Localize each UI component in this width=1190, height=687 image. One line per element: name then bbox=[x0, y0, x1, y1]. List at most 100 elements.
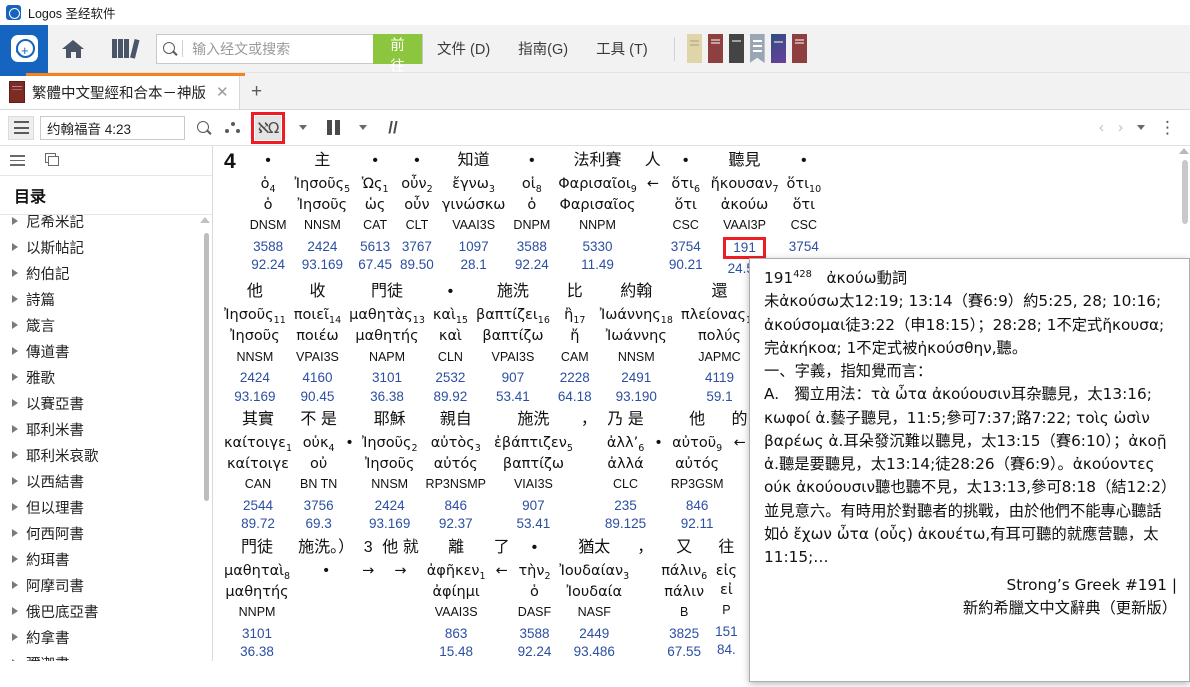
word-greek[interactable]: εἰς bbox=[715, 562, 738, 581]
word-greek[interactable]: πάλιν6 bbox=[661, 562, 707, 583]
word-lemma[interactable] bbox=[298, 581, 354, 599]
chevron-left-icon[interactable]: ‹ bbox=[1099, 119, 1104, 136]
interlinear-word[interactable]: ， bbox=[633, 533, 657, 658]
word-strongs-number[interactable] bbox=[637, 623, 653, 641]
interlinear-word[interactable]: 施洗 ἐβάπτιζεν5 βαπτίζω VIAI3S 907 53.41 bbox=[490, 405, 577, 533]
word-lemma[interactable]: βαπτίζω bbox=[476, 327, 550, 345]
word-strongs-number[interactable]: 2491 bbox=[600, 369, 673, 387]
interlinear-word[interactable]: 往 εἰς εἰ P 151 84. bbox=[711, 533, 742, 658]
word-lemma[interactable]: μαθητής bbox=[224, 583, 290, 601]
word-greek[interactable]: • bbox=[345, 434, 354, 453]
word-lemma[interactable]: μαθητής bbox=[349, 327, 425, 345]
word-strongs-number[interactable]: 2424 bbox=[362, 497, 418, 515]
interlinear-word[interactable]: • bbox=[341, 405, 358, 530]
close-icon[interactable]: ✕ bbox=[213, 83, 232, 101]
word-lemma[interactable]: ὁ bbox=[250, 196, 287, 214]
sidebar-item-jeremiah[interactable]: 耶利米書 bbox=[0, 416, 212, 442]
word-greek[interactable]: καὶ15 bbox=[433, 306, 468, 327]
word-lemma[interactable] bbox=[654, 453, 663, 471]
word-morphology[interactable] bbox=[654, 471, 663, 495]
word-louw-nida[interactable]: 53.41 bbox=[476, 388, 550, 406]
word-morphology[interactable]: NNPM bbox=[224, 601, 290, 625]
word-morphology[interactable]: P bbox=[715, 599, 738, 623]
word-louw-nida[interactable]: 11.49 bbox=[558, 256, 637, 274]
word-louw-nida[interactable]: 67.55 bbox=[661, 643, 707, 661]
word-greek[interactable]: • bbox=[298, 562, 354, 581]
word-lemma[interactable]: ποιέω bbox=[294, 327, 341, 345]
sidebar-item-obadiah[interactable]: 俄巴底亞書 bbox=[0, 598, 212, 624]
word-greek[interactable]: • bbox=[654, 434, 663, 453]
word-greek[interactable]: ὅτι6 bbox=[669, 175, 703, 196]
word-greek[interactable]: τὴν2 bbox=[518, 562, 552, 583]
word-morphology[interactable]: CAM bbox=[558, 346, 592, 370]
word-greek[interactable]: καίτοιγε1 bbox=[224, 434, 292, 455]
hamburger-menu-icon[interactable] bbox=[8, 115, 34, 140]
sidebar-item-daniel[interactable]: 但以理書 bbox=[0, 494, 212, 520]
interlinear-word[interactable]: 又 πάλιν6 πάλιν B 3825 67.55 bbox=[657, 533, 711, 661]
word-louw-nida[interactable]: 93.169 bbox=[362, 515, 418, 533]
word-louw-nida[interactable]: 64.18 bbox=[558, 388, 592, 406]
word-greek[interactable]: ὁ4 bbox=[250, 175, 287, 196]
word-lemma[interactable]: ἀλλά bbox=[605, 455, 646, 473]
word-greek[interactable]: → bbox=[382, 562, 418, 581]
interlinear-word[interactable]: 他 αὐτοῦ9 αὐτός RP3GSM 846 92.11 bbox=[667, 405, 728, 533]
word-lemma[interactable] bbox=[345, 453, 354, 471]
sidebar-item-isaiah[interactable]: 以賽亞書 bbox=[0, 390, 212, 416]
word-louw-nida[interactable]: 36.38 bbox=[224, 643, 290, 661]
word-strongs-number[interactable] bbox=[382, 623, 418, 641]
word-strongs-number[interactable]: 2532 bbox=[433, 369, 468, 387]
interlinear-word[interactable]: 施洗 βαπτίζει16 βαπτίζω VPAI3S 907 53.41 bbox=[472, 277, 554, 405]
word-greek[interactable]: ἀλλ’6 bbox=[605, 434, 646, 455]
word-strongs-number[interactable]: 846 bbox=[426, 497, 486, 515]
word-lemma[interactable]: εἰ bbox=[715, 581, 738, 599]
interlinear-word[interactable]: • Ὡς1 ὡς CAT 5613 67.45 bbox=[354, 146, 396, 274]
sidebar-item-psalms[interactable]: 詩篇 bbox=[0, 286, 212, 312]
word-louw-nida[interactable]: 89.72 bbox=[224, 515, 292, 533]
word-louw-nida[interactable] bbox=[382, 641, 418, 659]
word-louw-nida[interactable]: 67.45 bbox=[358, 256, 392, 274]
word-louw-nida[interactable]: 92.24 bbox=[518, 643, 552, 661]
interlinear-word[interactable]: 施洗。） • bbox=[294, 533, 358, 658]
global-search-box[interactable]: 前往 bbox=[156, 33, 423, 75]
word-louw-nida[interactable]: 90.21 bbox=[669, 256, 703, 274]
word-greek[interactable]: μαθητὰς13 bbox=[349, 306, 425, 327]
word-lemma[interactable]: καὶ bbox=[433, 327, 468, 345]
word-louw-nida[interactable] bbox=[298, 641, 354, 659]
word-lemma[interactable]: ὅτι bbox=[669, 196, 703, 214]
word-strongs-number[interactable]: 3588 bbox=[518, 625, 552, 643]
word-strongs-number[interactable]: 235 bbox=[605, 497, 646, 515]
word-strongs-number[interactable] bbox=[645, 236, 661, 254]
word-greek[interactable]: ← bbox=[732, 434, 748, 453]
word-strongs-number[interactable] bbox=[732, 495, 748, 513]
chevron-right-icon[interactable]: › bbox=[1118, 119, 1123, 136]
interlinear-word[interactable]: 的 ← bbox=[728, 405, 752, 530]
interlinear-word[interactable]: 耶穌 Ἰησοῦς2 Ἰησοῦς NNSM 2424 93.169 bbox=[358, 405, 422, 533]
word-strongs-number[interactable]: 5330 bbox=[558, 238, 637, 256]
word-morphology[interactable]: CLN bbox=[433, 346, 468, 370]
interlinear-word[interactable]: ， bbox=[577, 405, 601, 530]
word-strongs-number[interactable]: 1097 bbox=[442, 238, 506, 256]
word-strongs-number[interactable]: 4160 bbox=[294, 369, 341, 387]
word-morphology[interactable]: NNPM bbox=[558, 214, 637, 238]
sidebar-item-jonah[interactable]: 約拿書 bbox=[0, 624, 212, 650]
book-shortcut-2[interactable] bbox=[707, 34, 723, 63]
word-strongs-number[interactable]: 2449 bbox=[559, 625, 629, 643]
word-louw-nida[interactable] bbox=[645, 254, 661, 272]
word-strongs-number[interactable]: 191 bbox=[711, 237, 779, 260]
word-louw-nida[interactable] bbox=[654, 513, 663, 531]
interlinear-word[interactable]: 約翰 Ἰωάννης18 Ἰωάννης NNSM 2491 93.190 bbox=[596, 277, 677, 405]
word-louw-nida[interactable]: 90.45 bbox=[294, 388, 341, 406]
word-louw-nida[interactable] bbox=[732, 513, 748, 531]
home-button[interactable] bbox=[48, 25, 98, 73]
word-greek[interactable]: Ἰησοῦς11 bbox=[224, 306, 286, 327]
word-strongs-number[interactable]: 3588 bbox=[513, 238, 550, 256]
interlinear-word[interactable]: 離 ἀφῆκεν1 ἀφίημι VAAI3S 863 15.48 bbox=[423, 533, 490, 661]
word-morphology[interactable]: NNSM bbox=[600, 346, 673, 370]
aleph-omega-interlinear-icon[interactable]: ℵΩ bbox=[255, 115, 281, 140]
word-strongs-number[interactable]: 3101 bbox=[224, 625, 290, 643]
word-morphology[interactable]: NAPM bbox=[349, 346, 425, 370]
word-morphology[interactable]: CSC bbox=[669, 214, 703, 238]
word-morphology[interactable]: RP3NSMP bbox=[426, 473, 486, 497]
library-button[interactable] bbox=[98, 25, 148, 73]
sidebar-item-lamentations[interactable]: 耶利米哀歌 bbox=[0, 442, 212, 468]
